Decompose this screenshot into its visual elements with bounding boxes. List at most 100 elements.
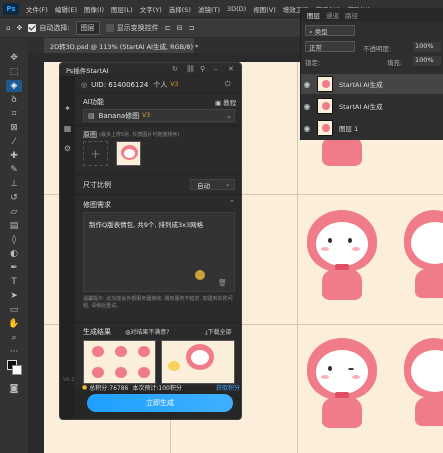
- requirement-textarea[interactable]: 制作Q版表情包, 共9个, 排列成3x3网格 🗑: [83, 212, 235, 292]
- tab-channels[interactable]: 通道: [326, 10, 339, 20]
- document-tab[interactable]: 2D转3D.psd @ 113% (StartAI AI生成, RGB/8) *: [44, 38, 198, 53]
- tab-paths[interactable]: 路径: [345, 10, 358, 20]
- menu-view[interactable]: 视图(V): [253, 4, 276, 14]
- layer-filter-dropdown[interactable]: ⌕ 类型: [305, 25, 355, 36]
- show-transform-checkbox[interactable]: 显示变换控件: [105, 23, 159, 33]
- refresh-icon[interactable]: ↻: [172, 65, 178, 73]
- requirement-section: 修图需求 ⌃ 制作Q版表情包, 共9个, 排列成3x3网格 🗑 温馨提示: 此功…: [75, 196, 241, 321]
- visibility-eye-icon[interactable]: ◉: [301, 102, 313, 111]
- frame-tool-icon[interactable]: ⊠: [6, 122, 22, 134]
- menu-type[interactable]: 文字(Y): [140, 4, 162, 14]
- unsatisfied-link[interactable]: ◍对结果不满意?: [125, 327, 169, 336]
- plugin-title: Ps插件StartAI: [66, 66, 109, 75]
- opacity-input[interactable]: 100%: [413, 42, 441, 52]
- menu-image[interactable]: 图像(I): [84, 4, 104, 14]
- download-all-label: 下载全部: [207, 329, 232, 336]
- link-icon[interactable]: ⛓: [186, 65, 195, 73]
- search-icon: ⌕: [309, 28, 313, 36]
- auto-select-dropdown[interactable]: 图层: [75, 20, 100, 35]
- path-select-icon[interactable]: ➤: [6, 290, 22, 302]
- sticker-character: [302, 332, 382, 442]
- source-image-thumb[interactable]: [116, 141, 141, 166]
- sidebar-folder-icon[interactable]: ▦: [63, 124, 72, 133]
- fill-input[interactable]: 100%: [413, 56, 441, 66]
- healing-tool-icon[interactable]: ✚: [6, 150, 22, 162]
- layer-row[interactable]: ◉ 图层 1: [301, 118, 443, 138]
- blend-mode-dropdown[interactable]: 正常: [305, 41, 355, 52]
- eraser-tool-icon[interactable]: ▱: [6, 206, 22, 218]
- banana-icon: ▤: [88, 111, 95, 120]
- visibility-eye-icon[interactable]: ◉: [301, 124, 313, 133]
- dodge-tool-icon[interactable]: ◐: [6, 248, 22, 260]
- function-select[interactable]: ▤ Banana修图 V3 ⌄: [83, 109, 235, 122]
- function-value: Banana修图: [98, 111, 140, 120]
- sticker-character: [399, 202, 443, 312]
- plugin-sidebar: ✦ ▦ ⚙ V6.26.4: [60, 76, 82, 419]
- trash-icon[interactable]: 🗑: [218, 279, 227, 287]
- pen-tool-icon[interactable]: ✒: [6, 262, 22, 274]
- menu-select[interactable]: 选择(S): [169, 4, 191, 14]
- pin-icon[interactable]: ⚲: [200, 65, 205, 73]
- visibility-eye-icon[interactable]: ◉: [301, 80, 313, 89]
- layer-row[interactable]: ◉ StartAI AI生成: [301, 74, 443, 94]
- ratio-select[interactable]: 自动 ⌄: [190, 179, 235, 190]
- blur-tool-icon[interactable]: ◊: [6, 234, 22, 246]
- opacity-label: 不透明度:: [363, 45, 392, 53]
- type-tool-icon[interactable]: T: [6, 276, 22, 288]
- eyedropper-tool-icon[interactable]: ⁄: [6, 136, 22, 148]
- chevron-down-icon: ⌄: [226, 111, 232, 120]
- result-thumb-single[interactable]: [161, 340, 235, 384]
- layers-panel-tabs: 图层 通道 路径: [301, 8, 443, 22]
- get-points-link[interactable]: 获取积分: [216, 383, 240, 392]
- move-tool-icon[interactable]: ✥: [16, 24, 22, 32]
- add-image-button[interactable]: +: [83, 141, 108, 166]
- hand-tool-icon[interactable]: ✋: [6, 318, 22, 330]
- stamp-tool-icon[interactable]: ⊥: [6, 178, 22, 190]
- grid-line: [297, 62, 298, 453]
- sticker-character: [302, 202, 382, 312]
- crop-tool-icon[interactable]: ⌗: [6, 108, 22, 120]
- menu-file[interactable]: 文件(F): [26, 4, 48, 14]
- lock-label: 锁定:: [305, 59, 321, 67]
- brush-tool-icon[interactable]: ✎: [6, 164, 22, 176]
- uid-row: ◎ UID: 614006124 个人 V3 ⏻: [75, 77, 241, 92]
- close-icon[interactable]: ✕: [228, 65, 234, 73]
- menu-edit[interactable]: 编辑(E): [55, 4, 77, 14]
- logout-icon[interactable]: ⏻: [225, 80, 231, 89]
- align-left-icon[interactable]: ⊏: [165, 24, 171, 32]
- shape-tool-icon[interactable]: ▭: [6, 304, 22, 316]
- marquee-tool-icon[interactable]: ⬚: [6, 66, 22, 78]
- minimize-icon[interactable]: –: [214, 65, 218, 73]
- lasso-tool-icon[interactable]: ꝺ: [6, 94, 22, 106]
- layer-name: 图层 1: [339, 125, 359, 133]
- align-center-icon[interactable]: ⊟: [177, 24, 183, 32]
- download-all-link[interactable]: ⤓下载全部: [205, 327, 232, 337]
- gradient-tool-icon[interactable]: ▤: [6, 220, 22, 232]
- history-brush-icon[interactable]: ↺: [6, 192, 22, 204]
- more-tools-icon[interactable]: ···: [6, 346, 22, 358]
- result-thumb-grid[interactable]: [83, 340, 156, 384]
- magic-select-tool-icon[interactable]: ◈: [6, 80, 22, 92]
- quick-mask-icon[interactable]: ◙: [6, 383, 22, 395]
- sidebar-settings-icon[interactable]: ⚙: [63, 144, 72, 153]
- sidebar-ai-icon[interactable]: ✦: [63, 104, 72, 113]
- background-color-swatch[interactable]: [12, 365, 22, 375]
- points-row: ● 总积分:76786 本次预计:100积分 获取积分: [82, 382, 240, 392]
- chevron-up-icon[interactable]: ⌃: [229, 199, 235, 207]
- tutorial-link[interactable]: ▣ 教程: [215, 97, 236, 107]
- source-hint: (最多上传5张, 长按图片可拖拽排序): [99, 132, 180, 138]
- layer-row[interactable]: ◉ StartAI AI生成: [301, 96, 443, 116]
- requirement-label: 修图需求: [83, 201, 111, 209]
- auto-select-checkbox[interactable]: 自动选择:: [28, 23, 70, 33]
- tab-layers[interactable]: 图层: [307, 10, 320, 20]
- layer-name: StartAI AI生成: [339, 103, 383, 111]
- generate-button[interactable]: 立即生成: [87, 394, 233, 412]
- tutorial-icon: ▣: [215, 99, 222, 107]
- align-right-icon[interactable]: ⊐: [188, 24, 194, 32]
- move-tool-icon[interactable]: ✥: [6, 52, 22, 64]
- menu-3d[interactable]: 3D(D): [227, 5, 246, 13]
- menu-filter[interactable]: 滤镜(T): [198, 4, 220, 14]
- zoom-tool-icon[interactable]: ⌕: [6, 332, 22, 344]
- menu-layer[interactable]: 图层(L): [111, 4, 133, 14]
- home-icon[interactable]: ⌂: [6, 24, 10, 32]
